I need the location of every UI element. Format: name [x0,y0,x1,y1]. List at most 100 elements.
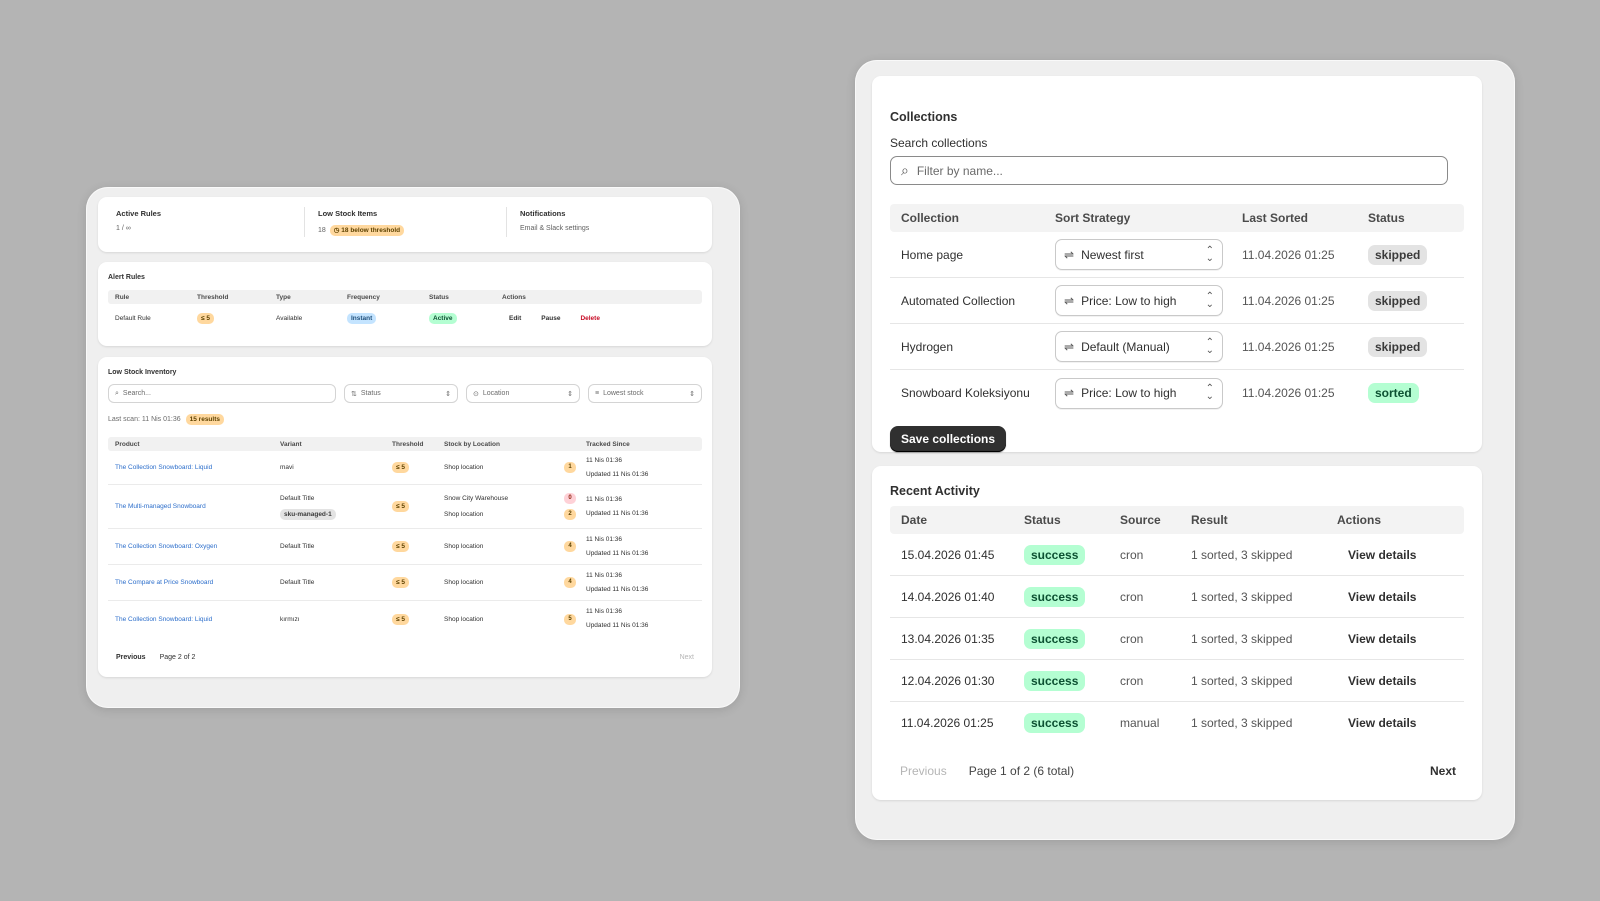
view-details-button[interactable]: View details [1348,716,1416,730]
threshold-badge: ≤ 5 [197,312,214,324]
table-row: 14.04.2026 01:40 success cron 1 sorted, … [890,576,1464,618]
stock-qty-badge: 0 [564,493,576,504]
location-stock: Snow City Warehouse 0 Shop location 2 [444,491,576,523]
table-row: 11.04.2026 01:25 success manual 1 sorted… [890,702,1464,744]
search-icon: ⌕ [115,389,119,397]
table-header: Rule Threshold Type Frequency Status Act… [108,290,702,304]
tracked-since: 11 Nis 01:36 [586,608,623,615]
section-title: Collections [890,110,958,124]
table-header: Date Status Source Result Actions [890,506,1464,534]
sort-adjust-icon: ⇌ [1064,339,1075,354]
status-badge: Active [429,312,457,324]
product-link[interactable]: The Collection Snowboard: Liquid [115,464,212,471]
header-cell: Type [276,293,291,301]
last-scan-text: Last scan: 11 Nis 01:36 [108,416,181,423]
previous-page-button[interactable]: Previous [900,764,947,778]
status-badge: success [1024,670,1086,691]
inventory-table: Product Variant Threshold Stock by Locat… [108,437,702,637]
edit-rule-button[interactable]: Edit [509,315,521,322]
view-details-button[interactable]: View details [1348,548,1416,562]
tracked-since: 11 Nis 01:36 [586,571,623,579]
filter-label: Lowest stock [603,390,644,397]
inventory-search-input[interactable]: ⌕ Search... [108,384,336,403]
collection-name: Hydrogen [901,339,954,354]
delete-rule-button[interactable]: Delete [580,315,600,322]
page-indicator: Page 2 of 2 [159,654,196,661]
updated-at: Updated 11 Nis 01:36 [586,470,649,478]
header-cell: Variant [280,440,302,448]
low-stock-inventory-card: Low Stock Inventory ⌕ Search... ⇅ Status… [98,357,712,677]
location-name: Snow City Warehouse [444,494,509,502]
notification-settings-link[interactable]: Email & Slack settings [520,225,589,232]
product-link[interactable]: The Multi-managed Snowboard [115,503,206,510]
table-row: The Collection Snowboard: Liquid mavi ≤ … [108,451,702,485]
product-link[interactable]: The Compare at Price Snowboard [115,579,213,586]
collections-search-field[interactable]: ⌕ [890,156,1448,185]
updated-at: Updated 11 Nis 01:36 [586,585,649,593]
product-link[interactable]: The Collection Snowboard: Oxygen [115,543,217,550]
collections-search-input[interactable] [916,163,1437,178]
threshold-badge: ≤ 5 [392,501,409,512]
stat-value: 18 [318,227,326,234]
previous-page-button[interactable]: Previous [116,654,146,661]
divider [304,207,305,237]
inventory-alerts-window: Active Rules 1 / ∞ Low Stock Items 18 ◷ … [86,187,740,708]
badge-text: 18 below threshold [341,227,401,234]
table-row: The Collection Snowboard: Liquid kırmızı… [108,601,702,637]
stat-low-stock: Low Stock Items 18 ◷ 18 below threshold [318,209,405,236]
sort-strategy-select[interactable]: ⇌ Price: Low to high ⌃ ⌄ [1055,285,1223,316]
location-filter-select[interactable]: ⊙ Location ⇕ [466,384,580,403]
stat-value: 1 / ∞ [116,225,131,232]
next-page-button[interactable]: Next [680,654,694,661]
location-stock: Shop location 4 [444,541,576,552]
search-placeholder: Search... [122,390,151,397]
view-details-button[interactable]: View details [1348,590,1416,604]
tracked-since: 11 Nis 01:36 [586,456,623,464]
variant-name: Default Title [280,579,315,586]
threshold-badge: ≤ 5 [392,613,409,625]
stat-label: Notifications [520,209,566,218]
table-row: Hydrogen ⇌ Default (Manual) ⌃ ⌄ 11.04.202… [890,324,1464,370]
header-cell: Status [429,293,449,301]
table-row: The Compare at Price Snowboard Default T… [108,565,702,601]
sort-strategy-select[interactable]: ⇌ Newest first ⌃ ⌄ [1055,239,1223,270]
header-cell: Frequency [347,293,380,301]
table-row: The Collection Snowboard: Oxygen Default… [108,529,702,565]
sort-strategy-select[interactable]: ⇌ Price: Low to high ⌃ ⌄ [1055,377,1223,409]
filter-label: Status [360,390,381,397]
table-row: Home page ⇌ Newest first ⌃ ⌄ 11.04.2026 0… [890,232,1464,278]
sort-select[interactable]: ≡ Lowest stock ⇕ [588,384,702,403]
stock-qty-badge: 4 [564,577,576,588]
section-title: Low Stock Inventory [108,369,177,376]
pause-rule-button[interactable]: Pause [541,315,560,322]
stat-active-rules: Active Rules 1 / ∞ [116,209,161,232]
search-icon: ⌕ [901,162,909,178]
activity-date: 11.04.2026 01:25 [901,716,994,730]
recent-activity-card: Recent Activity Date Status Source Resul… [872,466,1482,800]
threshold-badge: ≤ 5 [392,577,409,588]
select-value: Default (Manual) [1081,339,1170,354]
status-filter-select[interactable]: ⇅ Status ⇕ [344,384,458,403]
view-details-button[interactable]: View details [1348,674,1416,688]
activity-date: 12.04.2026 01:30 [901,673,995,688]
last-sorted: 11.04.2026 01:25 [1242,247,1335,262]
chevron-updown-icon: ⇕ [567,390,573,398]
chevron-updown-icon: ⇕ [445,390,451,398]
sort-strategy-select[interactable]: ⇌ Default (Manual) ⌃ ⌄ [1055,331,1223,362]
rule-type: Available [276,314,303,322]
save-collections-button[interactable]: Save collections [890,426,1007,452]
sku-tag: sku-managed-1 [280,508,336,520]
header-cell: Stock by Location [444,440,500,448]
updated-at: Updated 11 Nis 01:36 [586,549,649,557]
location-name: Shop location [444,543,484,550]
header-cell: Actions [1337,513,1382,527]
header-cell: Date [901,513,928,527]
stat-notifications[interactable]: Notifications Email & Slack settings [520,209,589,232]
activity-result: 1 sorted, 3 skipped [1191,547,1293,562]
next-page-button[interactable]: Next [1430,764,1456,778]
view-details-button[interactable]: View details [1348,632,1416,646]
section-title: Recent Activity [890,484,980,498]
status-badge: success [1024,586,1086,607]
threshold-badge: ≤ 5 [392,541,409,552]
product-link[interactable]: The Collection Snowboard: Liquid [115,616,212,623]
